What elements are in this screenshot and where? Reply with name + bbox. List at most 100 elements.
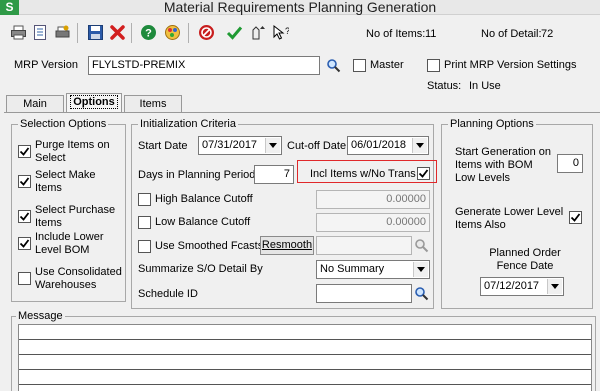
checkmark-icon — [19, 177, 30, 186]
toolbar-separator — [188, 23, 189, 43]
print-settings-checkbox[interactable] — [427, 59, 440, 72]
use-consolidated-warehouses-checkbox[interactable] — [18, 272, 31, 285]
tab-items[interactable]: Items — [124, 95, 182, 113]
high-balance-field[interactable]: 0.00000 — [316, 190, 430, 209]
window-title: Material Requirements Planning Generatio… — [163, 0, 437, 15]
high-balance-label: High Balance Cutoff — [155, 193, 253, 205]
initialization-criteria-title: Initialization Criteria — [138, 118, 238, 130]
cutoff-date-dropdown-icon[interactable] — [412, 138, 427, 153]
high-balance-checkbox[interactable] — [138, 193, 151, 206]
svg-text:?: ? — [285, 26, 289, 36]
schedule-id-label: Schedule ID — [138, 288, 198, 300]
message-row — [19, 340, 591, 355]
fence-date-label: Planned Order Fence Date — [489, 247, 561, 272]
select-purchase-items-checkbox[interactable] — [18, 210, 31, 223]
tab-main-label: Main — [23, 98, 47, 110]
generate-lower-level-label: Generate Lower Level Items Also — [455, 206, 564, 231]
select-purchase-items-label: Select Purchase Items — [35, 204, 116, 229]
toolbar-separator — [77, 23, 78, 43]
days-planning-field[interactable]: 7 — [254, 165, 294, 184]
mrp-version-search-icon[interactable] — [325, 57, 342, 74]
incl-no-trans-checkbox[interactable] — [417, 167, 430, 180]
start-generation-label: Start Generation on Items with BOM Low L… — [455, 146, 552, 184]
use-consolidated-warehouses-label: Use Consolidated Warehouses — [35, 266, 122, 291]
start-date-label: Start Date — [138, 140, 188, 152]
message-row — [19, 325, 591, 340]
tab-options-label: Options — [70, 95, 118, 109]
delete-icon[interactable] — [108, 23, 126, 41]
summarize-select[interactable]: No Summary — [316, 260, 430, 279]
message-title: Message — [16, 310, 65, 322]
tab-options[interactable]: Options — [66, 93, 122, 113]
summarize-dropdown-icon[interactable] — [413, 262, 428, 277]
fence-date-value: 07/12/2017 — [484, 280, 540, 292]
fence-date-field[interactable]: 07/12/2017 — [480, 277, 564, 296]
color-palette-icon[interactable] — [163, 23, 181, 41]
cutoff-date-value: 06/01/2018 — [351, 139, 407, 151]
help-pointer-icon[interactable]: ? — [271, 23, 289, 41]
selection-options-title: Selection Options — [18, 118, 109, 130]
message-row — [19, 370, 591, 385]
app-logo: S — [0, 0, 19, 15]
toolbar: ? ? No of Items: 11 No of Detail: 72 — [0, 20, 600, 48]
message-row — [19, 355, 591, 370]
print-settings-label: Print MRP Version Settings — [444, 59, 577, 71]
inquiry-icon[interactable] — [249, 23, 267, 41]
start-date-value: 07/31/2017 — [202, 139, 258, 151]
smoothed-fcasts-checkbox[interactable] — [138, 240, 151, 253]
status-label: Status: — [427, 80, 462, 92]
tab-panel-border — [4, 112, 600, 113]
fence-date-dropdown-icon[interactable] — [547, 279, 562, 294]
status-value: In Use — [469, 80, 501, 92]
smoothed-fcast-field[interactable] — [316, 236, 412, 255]
stop-icon[interactable] — [197, 23, 215, 41]
schedule-search-icon[interactable] — [413, 285, 430, 302]
print-setup-icon[interactable] — [53, 23, 71, 41]
save-icon[interactable] — [86, 23, 104, 41]
days-planning-label: Days in Planning Period — [138, 169, 256, 181]
toolbar-separator — [131, 23, 132, 43]
no-of-detail-label: No of Detail: — [481, 28, 542, 40]
svg-text:?: ? — [145, 27, 152, 39]
tab-main[interactable]: Main — [6, 95, 64, 113]
checkmark-icon — [418, 169, 429, 178]
no-of-items-label: No of Items: — [366, 28, 426, 40]
tab-items-label: Items — [139, 98, 167, 110]
include-lower-bom-checkbox[interactable] — [18, 237, 31, 250]
checkmark-icon — [19, 147, 30, 156]
master-checkbox[interactable] — [353, 59, 366, 72]
no-of-items-value: 11 — [425, 28, 437, 40]
help-icon[interactable]: ? — [139, 23, 157, 41]
purge-items-label: Purge Items on Select — [35, 139, 110, 164]
summarize-label: Summarize S/O Detail By — [138, 263, 263, 275]
accept-icon[interactable] — [225, 23, 243, 41]
mrp-version-label: MRP Version — [14, 59, 78, 71]
include-lower-bom-label: Include Lower Level BOM — [35, 231, 104, 256]
purge-items-checkbox[interactable] — [18, 145, 31, 158]
resmooth-button[interactable]: Resmooth — [260, 236, 314, 255]
start-generation-field[interactable]: 0 — [557, 154, 583, 173]
message-list[interactable] — [18, 324, 592, 391]
checkmark-icon — [570, 213, 581, 222]
checkmark-icon — [19, 212, 30, 221]
incl-no-trans-label: Incl Items w/No Trans — [310, 168, 416, 180]
low-balance-checkbox[interactable] — [138, 216, 151, 229]
low-balance-field[interactable]: 0.00000 — [316, 213, 430, 232]
schedule-id-field[interactable] — [316, 284, 412, 303]
start-date-dropdown-icon[interactable] — [265, 138, 280, 153]
resmooth-label: Resmooth — [261, 239, 313, 251]
checkmark-icon — [19, 239, 30, 248]
summarize-value: No Summary — [320, 263, 385, 275]
no-of-detail-value: 72 — [541, 28, 554, 40]
print-preview-icon[interactable] — [31, 23, 49, 41]
low-balance-label: Low Balance Cutoff — [155, 216, 251, 228]
mrp-version-field[interactable]: FLYLSTD-PREMIX — [88, 56, 320, 75]
start-date-field[interactable]: 07/31/2017 — [198, 136, 282, 155]
select-make-items-checkbox[interactable] — [18, 175, 31, 188]
planning-options-title: Planning Options — [448, 118, 536, 130]
smoothed-search-icon[interactable] — [413, 237, 430, 254]
print-icon[interactable] — [9, 23, 27, 41]
generate-lower-level-checkbox[interactable] — [569, 211, 582, 224]
master-label: Master — [370, 59, 404, 71]
cutoff-date-field[interactable]: 06/01/2018 — [347, 136, 429, 155]
